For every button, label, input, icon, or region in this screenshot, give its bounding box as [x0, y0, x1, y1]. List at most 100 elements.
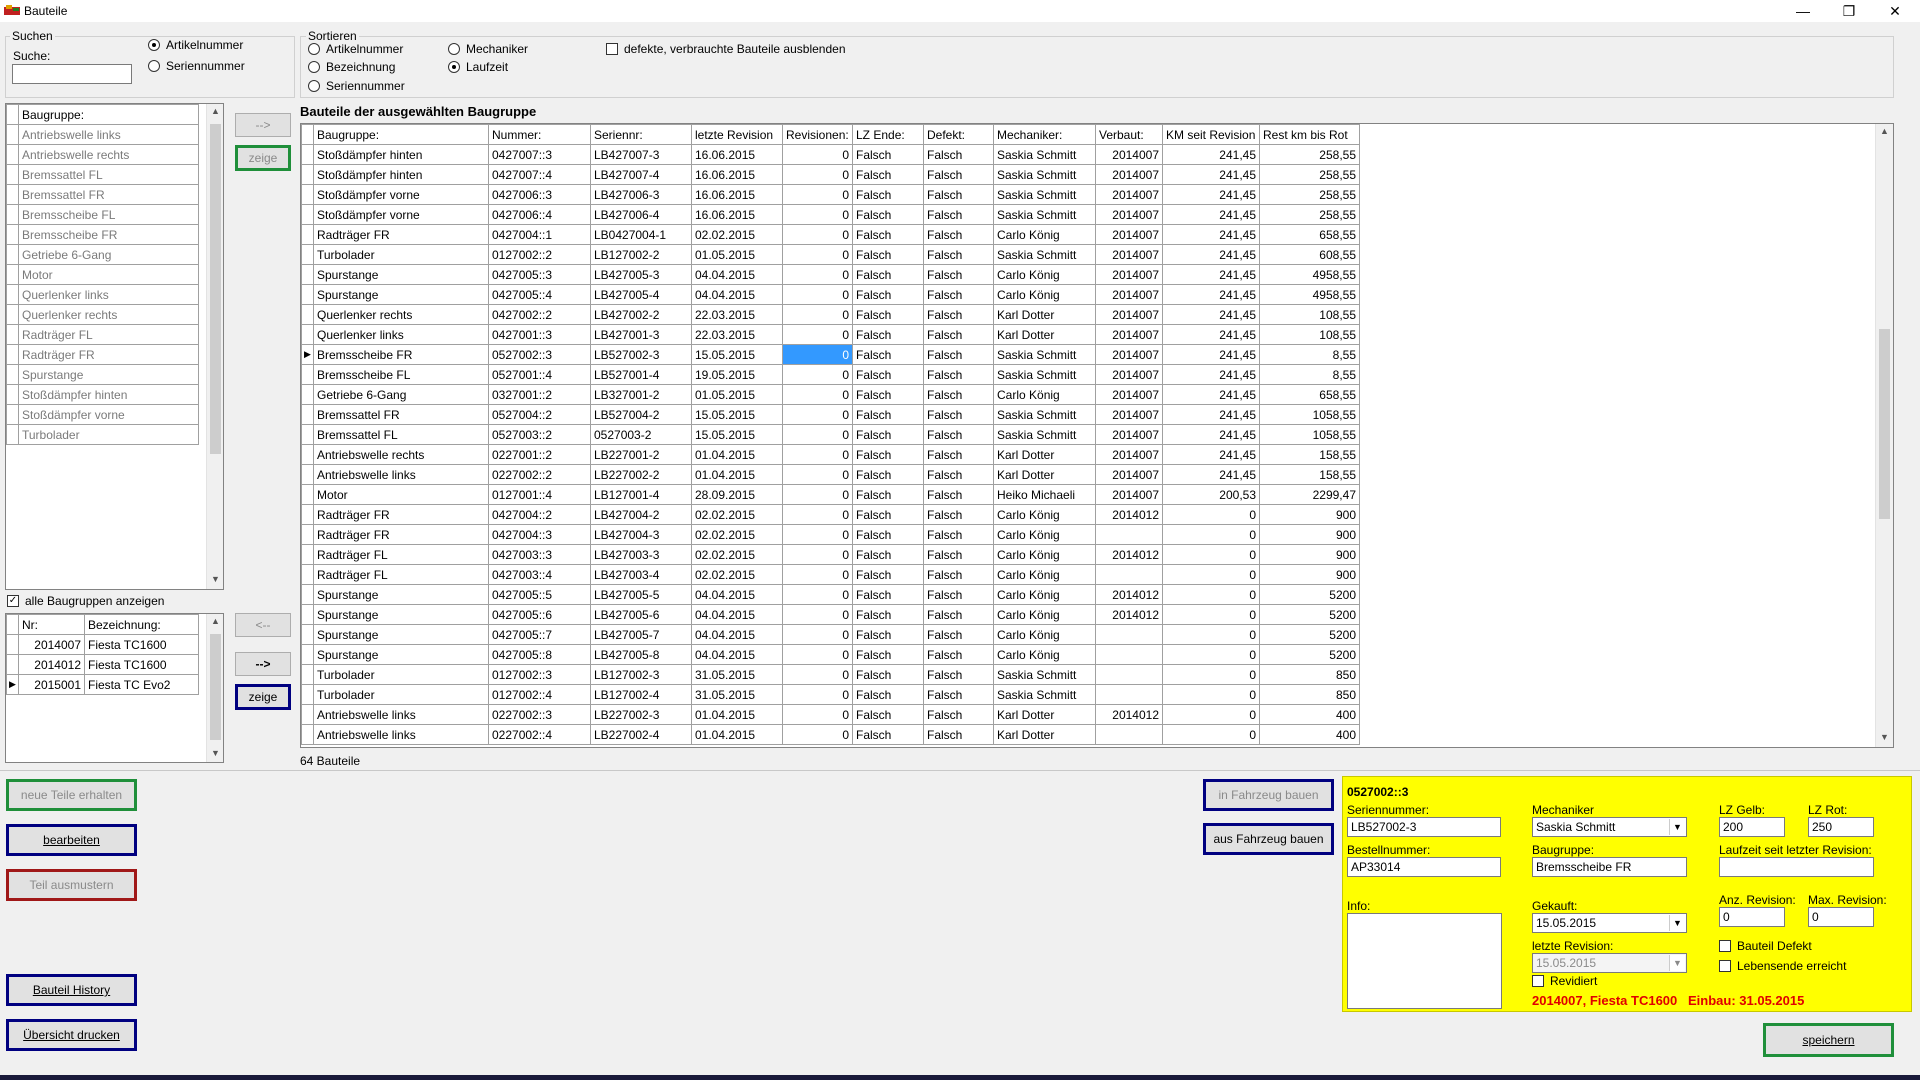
row-selector[interactable]: [301, 144, 314, 165]
parts-cell[interactable]: 2014007: [1095, 464, 1163, 485]
baugruppe-row[interactable]: Motor: [6, 264, 199, 285]
parts-cell[interactable]: 0427006::3: [488, 184, 591, 205]
parts-cell[interactable]: 0127001::4: [488, 484, 591, 505]
parts-cell[interactable]: 16.06.2015: [691, 204, 783, 225]
parts-cell[interactable]: 0: [782, 304, 853, 325]
parts-cell[interactable]: Karl Dotter: [993, 324, 1096, 345]
parts-cell[interactable]: Falsch: [852, 444, 924, 465]
parts-cell[interactable]: 0: [782, 504, 853, 525]
baugruppe-row[interactable]: Bremssattel FR: [6, 184, 199, 205]
parts-cell[interactable]: 2014007: [1095, 384, 1163, 405]
parts-cell[interactable]: 0: [782, 424, 853, 445]
parts-cell[interactable]: 108,55: [1259, 324, 1360, 345]
parts-cell[interactable]: Getriebe 6-Gang: [313, 384, 489, 405]
parts-cell[interactable]: Falsch: [923, 684, 994, 705]
parts-column-header[interactable]: Baugruppe:: [313, 124, 489, 145]
parts-cell[interactable]: 2014007: [1095, 324, 1163, 345]
parts-cell[interactable]: Carlo König: [993, 504, 1096, 525]
parts-column-header[interactable]: LZ Ende:: [852, 124, 924, 145]
baugruppe-row[interactable]: Antriebswelle links: [6, 124, 199, 145]
parts-cell[interactable]: 0: [782, 704, 853, 725]
parts-cell[interactable]: Falsch: [923, 284, 994, 305]
revidiert-checkbox[interactable]: Revidiert: [1532, 974, 1597, 988]
row-selector[interactable]: [301, 544, 314, 565]
parts-cell[interactable]: Spurstange: [313, 584, 489, 605]
parts-cell[interactable]: [1095, 664, 1163, 685]
parts-cell[interactable]: 4958,55: [1259, 284, 1360, 305]
current-row-icon[interactable]: ▶: [301, 344, 314, 365]
parts-cell[interactable]: Antriebswelle rechts: [313, 444, 489, 465]
parts-cell[interactable]: Falsch: [852, 224, 924, 245]
parts-cell[interactable]: 2014007: [1095, 284, 1163, 305]
parts-cell[interactable]: 0427007::3: [488, 144, 591, 165]
parts-cell[interactable]: 0: [782, 644, 853, 665]
parts-cell[interactable]: 0: [1162, 704, 1260, 725]
parts-cell[interactable]: Radträger FR: [313, 524, 489, 545]
parts-cell[interactable]: LB427007-4: [590, 164, 692, 185]
parts-cell[interactable]: 0427005::6: [488, 604, 591, 625]
parts-cell[interactable]: LB127002-3: [590, 664, 692, 685]
row-selector[interactable]: [6, 264, 19, 285]
baugruppe-row[interactable]: Stoßdämpfer hinten: [6, 384, 199, 405]
parts-cell[interactable]: 241,45: [1162, 364, 1260, 385]
parts-cell[interactable]: Falsch: [852, 484, 924, 505]
parts-cell[interactable]: 0: [1162, 524, 1260, 545]
parts-cell[interactable]: 0427005::4: [488, 284, 591, 305]
parts-cell[interactable]: Querlenker rechts: [313, 304, 489, 325]
parts-cell[interactable]: 900: [1259, 504, 1360, 525]
parts-cell[interactable]: 900: [1259, 524, 1360, 545]
parts-cell[interactable]: Saskia Schmitt: [993, 204, 1096, 225]
parts-column-header[interactable]: Defekt:: [923, 124, 994, 145]
row-selector[interactable]: [6, 184, 19, 205]
parts-cell[interactable]: 0: [782, 364, 853, 385]
parts-cell[interactable]: 0: [782, 244, 853, 265]
parts-cell[interactable]: Falsch: [852, 584, 924, 605]
row-selector[interactable]: [6, 364, 19, 385]
parts-cell[interactable]: Falsch: [923, 464, 994, 485]
radio-search-artikel[interactable]: Artikelnummer: [148, 38, 243, 52]
scroll-thumb[interactable]: [210, 634, 221, 740]
parts-cell[interactable]: Stoßdämpfer hinten: [313, 144, 489, 165]
parts-cell[interactable]: 2014012: [1095, 544, 1163, 565]
parts-cell[interactable]: Falsch: [923, 364, 994, 385]
parts-cell[interactable]: 0: [1162, 564, 1260, 585]
row-selector[interactable]: [301, 244, 314, 265]
ausbauen-button[interactable]: aus Fahrzeug bauen: [1203, 823, 1334, 855]
parts-cell[interactable]: Heiko Michaeli: [993, 484, 1096, 505]
row-selector[interactable]: [301, 204, 314, 225]
parts-cell[interactable]: 1058,55: [1259, 424, 1360, 445]
parts-cell[interactable]: Falsch: [923, 524, 994, 545]
drucken-button[interactable]: Übersicht drucken: [6, 1019, 137, 1051]
search-input[interactable]: [12, 64, 132, 84]
parts-cell[interactable]: 241,45: [1162, 404, 1260, 425]
parts-cell[interactable]: 241,45: [1162, 424, 1260, 445]
parts-cell[interactable]: 15.05.2015: [691, 404, 783, 425]
scroll-thumb[interactable]: [1879, 329, 1890, 519]
parts-row[interactable]: Spurstange 0427005::6 LB427005-6 04.04.2015…: [301, 604, 1360, 625]
parts-cell[interactable]: LB427005-6: [590, 604, 692, 625]
parts-cell[interactable]: Falsch: [852, 344, 924, 365]
parts-cell[interactable]: Falsch: [923, 484, 994, 505]
parts-row[interactable]: Bremsscheibe FL 0527001::4 LB527001-4 19.05…: [301, 364, 1360, 385]
parts-cell[interactable]: 0427003::3: [488, 544, 591, 565]
parts-cell[interactable]: 31.05.2015: [691, 664, 783, 685]
parts-cell[interactable]: 0227002::3: [488, 704, 591, 725]
parts-row[interactable]: Querlenker rechts 0427002::2 LB427002-2 22.…: [301, 304, 1360, 325]
baugruppe-row[interactable]: Antriebswelle rechts: [6, 144, 199, 165]
parts-cell[interactable]: Radträger FL: [313, 564, 489, 585]
parts-cell[interactable]: 16.06.2015: [691, 184, 783, 205]
parts-cell[interactable]: 608,55: [1259, 244, 1360, 265]
parts-cell[interactable]: 0: [782, 544, 853, 565]
row-selector[interactable]: [6, 324, 19, 345]
parts-cell[interactable]: Carlo König: [993, 544, 1096, 565]
parts-cell[interactable]: 0: [782, 624, 853, 645]
parts-cell[interactable]: 0: [782, 284, 853, 305]
parts-cell[interactable]: 01.04.2015: [691, 444, 783, 465]
laufzeit-input[interactable]: [1719, 857, 1874, 877]
row-selector[interactable]: [301, 324, 314, 345]
baugruppe-row[interactable]: Bremsscheibe FL: [6, 204, 199, 225]
close-button[interactable]: ✕: [1872, 0, 1918, 22]
parts-cell[interactable]: 0427005::5: [488, 584, 591, 605]
save-button[interactable]: speichern: [1763, 1023, 1894, 1057]
parts-row[interactable]: Radträger FR 0427004::2 LB427004-2 02.02.20…: [301, 504, 1360, 525]
